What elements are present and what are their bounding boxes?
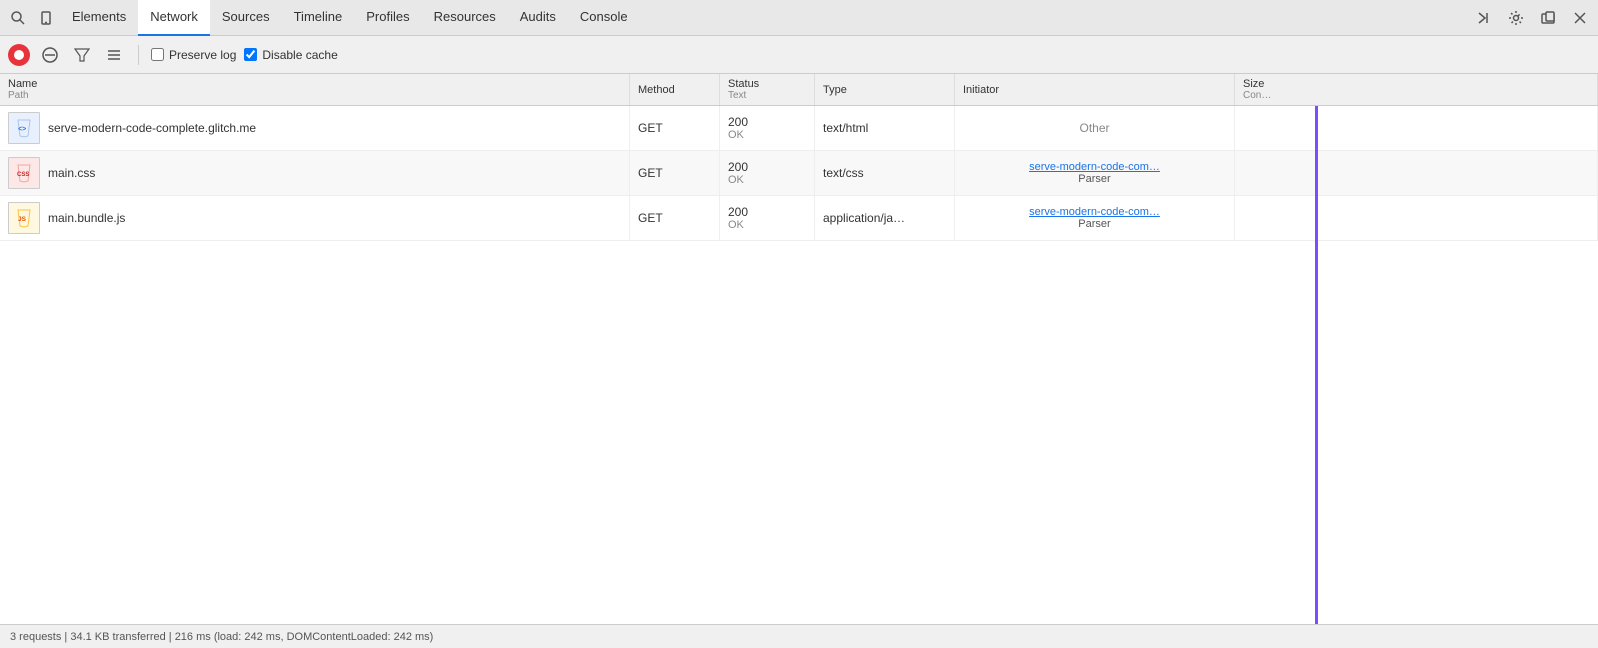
row3-name-cell: JS main.bundle.js xyxy=(0,196,630,240)
row2-status-cell: 200 OK xyxy=(720,151,815,195)
header-name[interactable]: Name Path xyxy=(0,74,630,105)
tab-resources[interactable]: Resources xyxy=(422,0,508,36)
table-row[interactable]: <> serve-modern-code-complete.glitch.me … xyxy=(0,106,1598,151)
window-icon[interactable] xyxy=(1534,4,1562,32)
settings-icon[interactable] xyxy=(1502,4,1530,32)
svg-text:JS: JS xyxy=(18,216,27,223)
list-icon[interactable] xyxy=(102,43,126,67)
tab-elements[interactable]: Elements xyxy=(60,0,138,36)
row1-method-cell: GET xyxy=(630,106,720,150)
close-icon[interactable] xyxy=(1566,4,1594,32)
css-file-icon: CSS xyxy=(8,157,40,189)
row1-size-cell xyxy=(1235,106,1598,150)
header-status[interactable]: Status Text xyxy=(720,74,815,105)
disable-cache-checkbox[interactable] xyxy=(244,48,257,61)
row3-method-cell: GET xyxy=(630,196,720,240)
tab-console[interactable]: Console xyxy=(568,0,640,36)
status-bar: 3 requests | 34.1 KB transferred | 216 m… xyxy=(0,624,1598,648)
disable-cache-label[interactable]: Disable cache xyxy=(244,48,337,62)
row2-method-cell: GET xyxy=(630,151,720,195)
nav-right-icons xyxy=(1470,4,1594,32)
svg-text:CSS: CSS xyxy=(17,172,29,178)
row3-size-cell xyxy=(1235,196,1598,240)
tab-network[interactable]: Network xyxy=(138,0,210,36)
row1-type-cell: text/html xyxy=(815,106,955,150)
record-button[interactable] xyxy=(8,44,30,66)
row3-type-cell: application/ja… xyxy=(815,196,955,240)
device-icon[interactable] xyxy=(32,4,60,32)
row1-name-cell: <> serve-modern-code-complete.glitch.me xyxy=(0,106,630,150)
tab-audits[interactable]: Audits xyxy=(508,0,568,36)
top-nav: Elements Network Sources Timeline Profil… xyxy=(0,0,1598,36)
no-entry-icon[interactable] xyxy=(38,43,62,67)
row2-type-cell: text/css xyxy=(815,151,955,195)
network-toolbar: Preserve log Disable cache xyxy=(0,36,1598,74)
table-header: Name Path Method Status Text Type Initia… xyxy=(0,74,1598,106)
header-method[interactable]: Method xyxy=(630,74,720,105)
table-row[interactable]: JS main.bundle.js GET 200 OK application… xyxy=(0,196,1598,241)
row3-status-cell: 200 OK xyxy=(720,196,815,240)
tab-sources[interactable]: Sources xyxy=(210,0,282,36)
tab-profiles[interactable]: Profiles xyxy=(354,0,421,36)
tab-timeline[interactable]: Timeline xyxy=(282,0,355,36)
execute-icon[interactable] xyxy=(1470,4,1498,32)
row2-name-cell: CSS main.css xyxy=(0,151,630,195)
preserve-log-label[interactable]: Preserve log xyxy=(151,48,236,62)
row2-size-cell xyxy=(1235,151,1598,195)
row3-initiator-cell: serve-modern-code-com… Parser xyxy=(955,196,1235,240)
network-table: <> serve-modern-code-complete.glitch.me … xyxy=(0,106,1598,624)
svg-text:<>: <> xyxy=(18,126,26,133)
html-file-icon: <> xyxy=(8,112,40,144)
preserve-log-checkbox[interactable] xyxy=(151,48,164,61)
row1-status-cell: 200 OK xyxy=(720,106,815,150)
header-type[interactable]: Type xyxy=(815,74,955,105)
header-initiator[interactable]: Initiator xyxy=(955,74,1235,105)
row2-initiator-cell: serve-modern-code-com… Parser xyxy=(955,151,1235,195)
row1-initiator-cell: Other xyxy=(955,106,1235,150)
header-size[interactable]: Size Con… xyxy=(1235,74,1598,105)
search-icon[interactable] xyxy=(4,4,32,32)
filter-icon[interactable] xyxy=(70,43,94,67)
toolbar-divider xyxy=(138,45,139,65)
js-file-icon: JS xyxy=(8,202,40,234)
table-row[interactable]: CSS main.css GET 200 OK text/css serve-m… xyxy=(0,151,1598,196)
